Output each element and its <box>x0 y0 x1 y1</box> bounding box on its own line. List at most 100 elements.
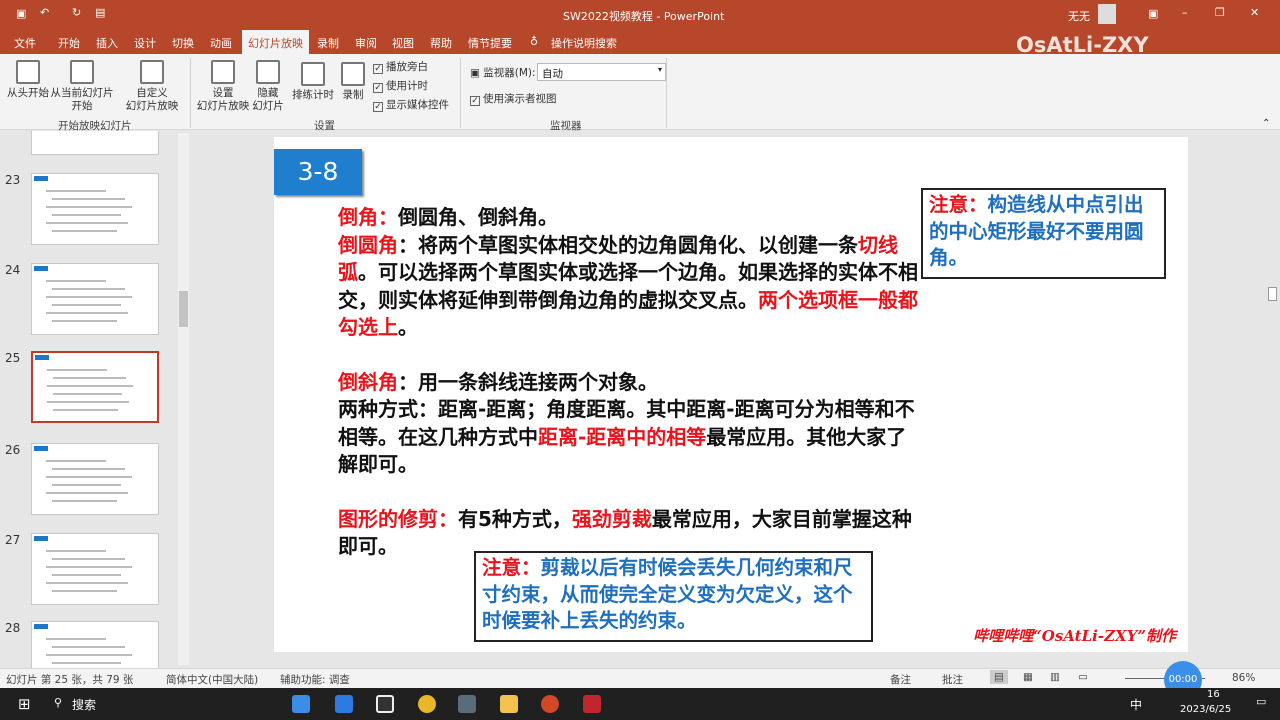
cloud-app-icon[interactable] <box>335 695 353 713</box>
highlight-text: 强劲剪裁 <box>571 506 652 531</box>
clock-date[interactable]: 2023/6/25 <box>1180 704 1231 715</box>
use-timings-checkbox[interactable]: ✓ 使用计时 <box>373 78 428 93</box>
slide-canvas[interactable]: 3-8 倒角：倒圆角、倒斜角。 倒圆角：将两个草图实体相交处的边角圆角化、以创建一… <box>274 137 1188 652</box>
ime-indicator[interactable]: 中 <box>1130 696 1142 713</box>
qq-icon[interactable] <box>376 695 394 713</box>
record-button[interactable]: 录制 <box>338 62 368 102</box>
tab-animations[interactable]: 动画 <box>210 35 232 51</box>
rehearse-timings-button[interactable]: 排练计时 <box>290 62 336 102</box>
chrome-icon[interactable] <box>418 695 436 713</box>
custom-slideshow-button[interactable]: 自定义 幻灯片放映 <box>120 60 184 113</box>
notes-button[interactable]: 备注 <box>890 672 911 687</box>
paragraph: 倒圆角：将两个草图实体相交处的边角圆角化、以创建一条切线弧。可以选择两个草图实体… <box>338 232 923 342</box>
slide-thumbnail[interactable] <box>31 263 159 335</box>
slide-thumbnail[interactable] <box>31 533 159 605</box>
tab-transitions[interactable]: 切换 <box>172 35 194 51</box>
redo-icon[interactable]: ↻ <box>72 6 81 19</box>
setup-icon <box>211 60 235 84</box>
show-media-controls-checkbox[interactable]: ✓ 显示媒体控件 <box>373 97 449 112</box>
present-icon[interactable]: ▤ <box>95 6 105 19</box>
tab-home[interactable]: 开始 <box>58 35 80 51</box>
play-narrations-checkbox[interactable]: ✓ 播放旁白 <box>373 59 428 74</box>
label: 设置 <box>212 87 234 99</box>
thumb-line <box>52 484 121 486</box>
comments-button[interactable]: 批注 <box>942 672 963 687</box>
taskview-icon[interactable] <box>292 695 310 713</box>
scrollbar-thumb[interactable] <box>179 291 188 327</box>
thumb-line <box>47 385 133 387</box>
thumb-line <box>46 566 132 568</box>
slide-sorter-icon[interactable]: ▦ <box>1023 671 1033 683</box>
save-icon[interactable]: ▣ <box>16 7 26 20</box>
close-icon[interactable]: ✕ <box>1250 6 1259 19</box>
thumb-line <box>52 320 117 322</box>
collapse-ribbon-icon[interactable]: ⌃ <box>1262 118 1270 129</box>
accessibility-status[interactable]: 辅助功能: 调查 <box>280 672 350 687</box>
thumb-line <box>46 190 106 192</box>
reading-view-icon[interactable]: ▥ <box>1050 671 1060 683</box>
window-title: SW2022视频教程 - PowerPoint <box>563 10 725 23</box>
note-box-top[interactable]: 注意：构造线从中点引出的中心矩形最好不要用圆角。 <box>921 188 1166 279</box>
thumb-line <box>52 214 121 216</box>
group-label-monitor: 监视器 <box>550 120 582 132</box>
highlight-text: 图形的修剪： <box>338 506 458 531</box>
ribbon-display-icon[interactable]: ▣ <box>1148 7 1158 20</box>
user-name: 无无 <box>1068 10 1090 23</box>
value: 自动 <box>542 68 563 80</box>
undo-icon[interactable]: ↶ <box>40 6 49 19</box>
tab-help[interactable]: 帮助 <box>430 35 452 51</box>
powerpoint-icon[interactable] <box>541 695 559 713</box>
tab-storyboard[interactable]: 情节提要 <box>468 35 512 51</box>
solidworks-icon[interactable] <box>583 695 601 713</box>
thumbnail-scrollbar[interactable] <box>178 133 189 665</box>
normal-view-icon[interactable]: ▤ <box>990 670 1008 684</box>
note-label: 注意： <box>929 193 988 216</box>
avatar[interactable] <box>1098 4 1116 24</box>
tab-view[interactable]: 视图 <box>392 35 414 51</box>
paragraph: 倒斜角：用一条斜线连接两个对象。 <box>338 369 923 397</box>
note-box-bottom[interactable]: 注意：剪裁以后有时候会丢失几何约束和尺寸约束，从而使完全定义变为欠定义，这个时候… <box>474 551 873 642</box>
file-explorer-icon[interactable] <box>500 695 518 713</box>
hide-slide-button[interactable]: 隐藏 幻灯片 <box>250 60 286 113</box>
notification-icon[interactable]: ▭ <box>1256 695 1266 708</box>
clock-time[interactable]: 16 <box>1207 689 1220 700</box>
restore-icon[interactable]: ❐ <box>1215 6 1225 19</box>
highlight-text: 倒斜角 <box>338 369 398 394</box>
taskbar: ⊞ ⚲ 搜索 中 16 2023/6/25 ▭ <box>0 688 1280 720</box>
thumb-line <box>52 304 121 306</box>
windows-start-icon[interactable]: ⊞ <box>18 695 31 713</box>
setup-slideshow-button[interactable]: 设置 幻灯片放映 <box>196 60 250 113</box>
from-start-button[interactable]: 从头开始 <box>6 60 50 100</box>
tab-review[interactable]: 审阅 <box>355 35 377 51</box>
tab-slideshow[interactable]: 幻灯片放映 <box>242 30 309 54</box>
label: 幻灯片放映 <box>196 100 250 112</box>
tab-insert[interactable]: 插入 <box>96 35 118 51</box>
taskbar-search[interactable]: 搜索 <box>72 696 96 713</box>
tell-me-search[interactable]: 操作说明搜索 <box>551 35 617 51</box>
slide-thumbnail[interactable] <box>31 351 159 423</box>
slide-body-text[interactable]: 倒角：倒圆角、倒斜角。 倒圆角：将两个草图实体相交处的边角圆角化、以创建一条切线弧… <box>338 204 923 561</box>
slide-thumbnail-pane: 23 24 25 26 27 28 <box>0 131 190 693</box>
slideshow-view-icon[interactable]: ▭ <box>1078 671 1088 683</box>
signature: 哔哩哔哩“OsAtLi-ZXY”制作 <box>973 627 1176 645</box>
scrollbar-thumb[interactable] <box>1268 287 1277 301</box>
thumb-line <box>52 662 121 664</box>
slide-scrollbar[interactable] <box>1265 131 1280 668</box>
group-label-setup: 设置 <box>314 120 335 132</box>
thumb-line <box>52 230 117 232</box>
minimize-icon[interactable]: – <box>1182 6 1188 19</box>
thumb-header <box>34 536 48 541</box>
calculator-icon[interactable] <box>458 695 476 713</box>
tab-design[interactable]: 设计 <box>134 35 156 51</box>
slide-thumbnail[interactable] <box>31 443 159 515</box>
monitor-select[interactable]: 自动 ▾ <box>537 63 666 81</box>
slide-thumbnail[interactable] <box>31 173 159 245</box>
slide-thumbnail[interactable] <box>31 131 159 155</box>
paragraph: 两种方式：距离-距离；角度距离。其中距离-距离可分为相等和不相等。在这几种方式中… <box>338 396 923 479</box>
tab-file[interactable]: 文件 <box>14 35 36 51</box>
tab-record[interactable]: 录制 <box>317 35 339 51</box>
zoom-level[interactable]: 86% <box>1232 672 1255 684</box>
language[interactable]: 简体中文(中国大陆) <box>166 672 258 687</box>
presenter-view-checkbox[interactable]: ✓ 使用演示者视图 <box>470 91 557 106</box>
from-current-button[interactable]: 从当前幻灯片 开始 <box>50 60 114 113</box>
